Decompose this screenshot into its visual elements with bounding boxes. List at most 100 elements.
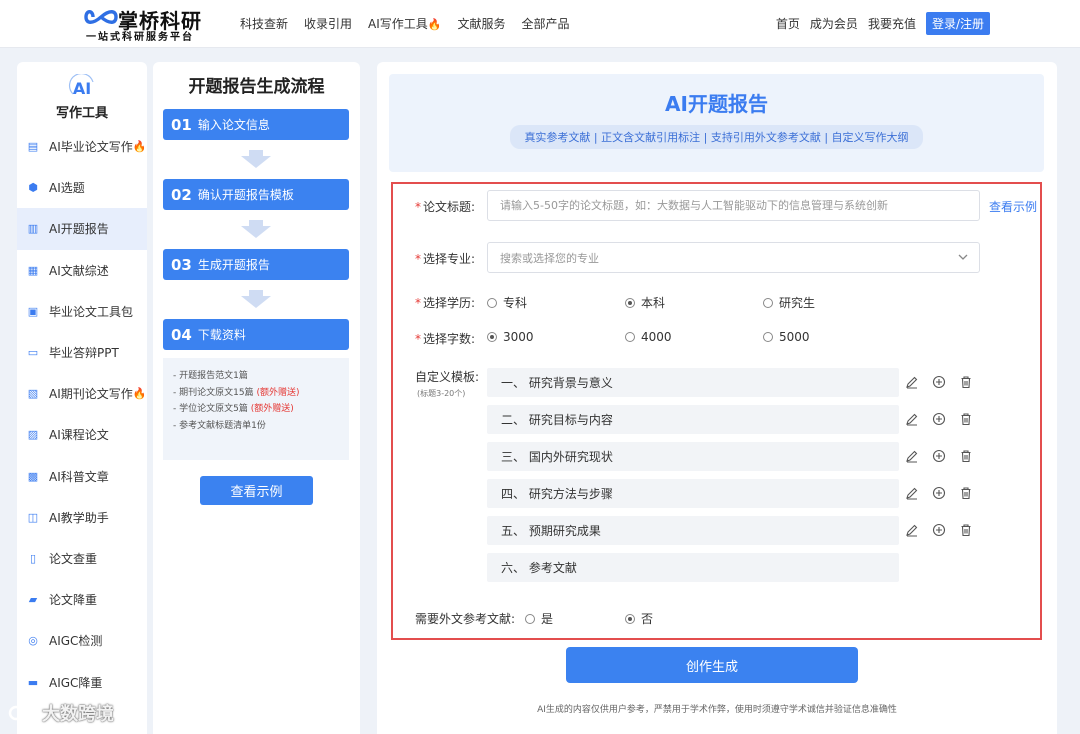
sidebar-item[interactable]: ▭ 毕业答辩PPT xyxy=(17,332,147,373)
radio-icon xyxy=(763,332,773,342)
step-2: 02 确认开题报告模板 xyxy=(163,179,349,210)
words-option-4000[interactable]: 4000 xyxy=(625,330,672,344)
view-example-button[interactable]: 查看示例 xyxy=(200,476,313,505)
site-logo[interactable]: 掌桥科研 一站式科研服务平台 xyxy=(84,4,224,44)
note-item: - 参考文献标题清单1份 xyxy=(173,420,266,431)
degree-option-associate[interactable]: 专科 xyxy=(487,294,527,311)
tools-sidebar: AI 写作工具 ▤ AI毕业论文写作 🔥 ⬢ AI选题 ▥ AI开题报告 ▦ AI文献综述 ▣ 毕业… xyxy=(17,62,147,734)
process-title: 开题报告生成流程 xyxy=(188,77,325,97)
template-row[interactable]: 四、 研究方法与步骤 xyxy=(487,479,899,508)
logo-subtitle: 一站式科研服务平台 xyxy=(86,32,194,43)
disclaimer-text: AI生成的内容仅供用户参考，严禁用于学术作弊，使用时须遵守学术诚信并验证信息准确… xyxy=(537,705,897,715)
sidebar-item[interactable]: ▰ 论文降重 xyxy=(17,579,147,620)
nav-item-citation[interactable]: 收录引用 xyxy=(304,15,352,32)
template-row[interactable]: 一、 研究背景与意义 xyxy=(487,368,899,397)
edit-icon[interactable] xyxy=(905,449,919,463)
journal-icon: ▧ xyxy=(27,387,39,401)
sidebar-item[interactable]: ▩ AI科普文章 xyxy=(17,456,147,497)
process-panel: 开题报告生成流程 01 输入论文信息 02 确认开题报告模板 03 生成开题报告… xyxy=(153,62,360,734)
foreign-ref-label: 需要外文参考文献: xyxy=(415,612,516,626)
add-icon[interactable] xyxy=(932,449,946,463)
report-form: *论文标题: 查看示例 *选择专业: 搜索或选择您的专业 *选择学历: 专科 本… xyxy=(391,182,1042,640)
member-link[interactable]: 成为会员 xyxy=(810,15,858,32)
radio-checked-icon xyxy=(625,297,635,308)
title-input[interactable] xyxy=(487,190,980,221)
sidebar-item[interactable]: ▨ AI课程论文 xyxy=(17,414,147,455)
degree-option-bachelor[interactable]: 本科 xyxy=(625,294,665,311)
check-icon: ▯ xyxy=(29,551,37,565)
sidebar-item[interactable]: ▥ AI开题报告 xyxy=(17,208,147,250)
sidebar-item[interactable]: ▦ AI文献综述 xyxy=(17,250,147,291)
view-example-link[interactable]: 查看示例 xyxy=(989,198,1037,215)
sidebar-item-label: AIGC检测 xyxy=(49,634,103,649)
recharge-link[interactable]: 我要充值 xyxy=(868,15,916,32)
sidebar-title: 写作工具 xyxy=(55,106,108,121)
words-option-3000[interactable]: 3000 xyxy=(487,330,534,344)
degree-label: * 选择学历: xyxy=(415,296,476,310)
add-icon[interactable] xyxy=(932,375,946,389)
nav-item-ai-writing[interactable]: AI写作工具🔥 xyxy=(368,15,441,32)
template-label: 自定义模板: xyxy=(415,370,480,384)
sidebar-item-label: AI课程论文 xyxy=(49,428,109,443)
foreign-option-no[interactable]: 否 xyxy=(625,610,653,627)
login-button[interactable]: 登录/注册 xyxy=(925,12,990,35)
sidebar-item[interactable]: ▧ AI期刊论文写作 🔥 xyxy=(17,373,147,414)
ai-logo-icon: AI xyxy=(67,74,97,98)
step-label: 输入论文信息 xyxy=(197,118,270,132)
header-right: 首页 成为会员 我要充值 登录/注册 xyxy=(776,12,990,35)
edit-icon[interactable] xyxy=(905,523,919,537)
delete-icon[interactable] xyxy=(959,412,973,426)
sidebar-item[interactable]: ▬ AIGC降重 xyxy=(17,661,147,702)
sidebar-item[interactable]: ⬢ AI选题 xyxy=(17,167,147,208)
sidebar-item-label: AI开题报告 xyxy=(49,222,109,237)
major-placeholder: 搜索或选择您的专业 xyxy=(500,251,599,265)
nav-item-ai-writing-label: AI写作工具 xyxy=(368,17,428,31)
sidebar-item[interactable]: ▤ AI毕业论文写作 🔥 xyxy=(17,126,147,167)
foreign-option-yes[interactable]: 是 xyxy=(525,610,553,627)
down-arrow-icon xyxy=(241,150,271,168)
sidebar-item[interactable]: ▣ 毕业论文工具包 xyxy=(17,291,147,332)
template-row[interactable]: 三、 国内外研究现状 xyxy=(487,442,899,471)
note-item: - 学位论文原文5篇 (额外赠送) xyxy=(173,404,294,414)
sidebar-list: ▤ AI毕业论文写作 🔥 ⬢ AI选题 ▥ AI开题报告 ▦ AI文献综述 ▣ 毕业论文工具包 ▭ 毕业… xyxy=(17,126,147,703)
nav-item-tech-search[interactable]: 科技查新 xyxy=(240,15,288,32)
sidebar-item[interactable]: ▯ 论文查重 xyxy=(17,538,147,579)
degree-option-graduate[interactable]: 研究生 xyxy=(763,294,815,311)
generate-button[interactable]: 创作生成 xyxy=(566,647,858,683)
course-icon: ▨ xyxy=(27,428,39,442)
sidebar-item[interactable]: ◎ AIGC检测 xyxy=(17,620,147,661)
delete-icon[interactable] xyxy=(959,523,973,537)
radio-checked-icon xyxy=(487,332,497,342)
sidebar-item-label: AI科普文章 xyxy=(49,469,109,484)
add-icon[interactable] xyxy=(932,486,946,500)
edit-icon[interactable] xyxy=(905,486,919,500)
template-row[interactable]: 五、 预期研究成果 xyxy=(487,516,899,545)
feature-tagline: 真实参考文献 | 正文含文献引用标注 | 支持引用外文参考文献 | 自定义写作大… xyxy=(510,125,923,149)
radio-icon xyxy=(487,297,497,308)
major-select[interactable]: 搜索或选择您的专业 xyxy=(487,242,980,273)
nav-item-all-products[interactable]: 全部产品 xyxy=(522,15,570,32)
sidebar-item[interactable]: ◫ AI教学助手 xyxy=(17,497,147,538)
template-row[interactable]: 二、 研究目标与内容 xyxy=(487,405,899,434)
edit-icon[interactable] xyxy=(905,412,919,426)
add-icon[interactable] xyxy=(932,523,946,537)
home-link[interactable]: 首页 xyxy=(776,15,800,32)
review-icon: ▦ xyxy=(27,263,39,277)
radio-icon xyxy=(525,613,535,624)
add-icon[interactable] xyxy=(932,412,946,426)
delete-icon[interactable] xyxy=(959,486,973,500)
delete-icon[interactable] xyxy=(959,375,973,389)
doc-icon: ▤ xyxy=(27,140,39,154)
delete-icon[interactable] xyxy=(959,449,973,463)
words-option-5000[interactable]: 5000 xyxy=(763,330,810,344)
note-item: - 期刊论文原文15篇 (额外赠送) xyxy=(173,387,300,398)
template-row-actions xyxy=(905,523,973,537)
nav-item-literature[interactable]: 文献服务 xyxy=(457,15,505,32)
step-1: 01 输入论文信息 xyxy=(163,109,349,140)
detect-icon: ◎ xyxy=(28,634,38,648)
download-notes: - 开题报告范文1篇 - 期刊论文原文15篇 (额外赠送) - 学位论文原文5篇… xyxy=(163,358,349,460)
edit-icon[interactable] xyxy=(905,375,919,389)
template-row[interactable]: 六、 参考文献 xyxy=(487,553,899,582)
template-row-actions xyxy=(905,486,973,500)
down-arrow-icon xyxy=(241,220,271,238)
